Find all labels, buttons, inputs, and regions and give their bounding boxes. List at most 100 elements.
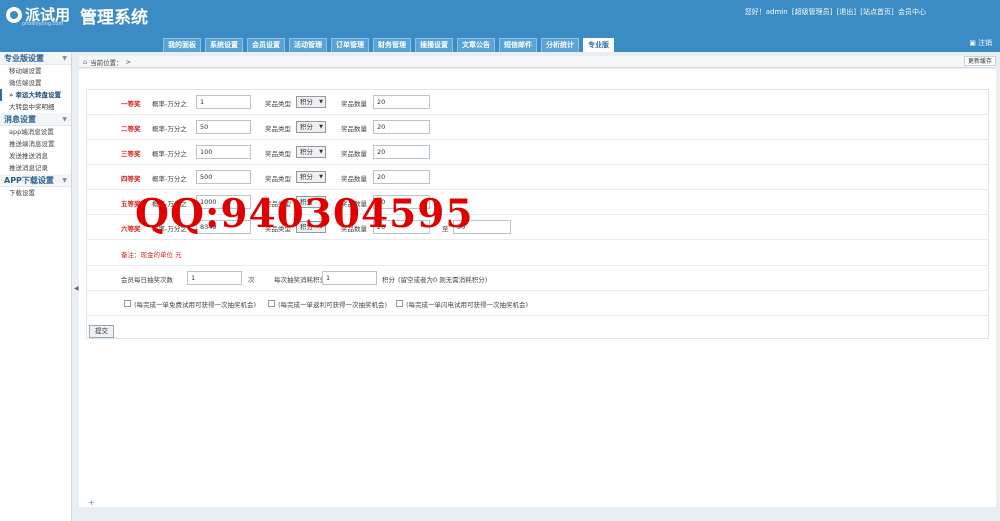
main-nav: 我的面板 系统设置 会员设置 活动管理 订单管理 财务管理 插播设置 文章公告 … (163, 38, 614, 52)
logo-subtext: pnoshiyong.com (22, 21, 64, 27)
sidebar-section-pro[interactable]: 专业版设置 ▼ (0, 52, 71, 65)
prob-label: 概率-万分之 (152, 100, 187, 108)
tab-system-settings[interactable]: 系统设置 (205, 38, 243, 52)
type-value: 积分 (300, 173, 313, 181)
sidebar-item-push-message-settings[interactable]: 推送端消息设置 (0, 138, 71, 150)
qty-label: 奖品数量 (341, 100, 367, 108)
sidebar-section-messages[interactable]: 消息设置 ▼ (0, 113, 71, 126)
tab-articles[interactable]: 文章公告 (457, 38, 495, 52)
type-value: 积分 (300, 123, 313, 131)
rebate-checkbox[interactable] (268, 300, 275, 307)
prize-row-4: 四等奖 概率-万分之 500 奖品类型 积分 ▼ 奖品数量 20 (87, 165, 988, 190)
tab-finance-management[interactable]: 财务管理 (373, 38, 411, 52)
sidebar-item-lucky-wheel-settings[interactable]: » 幸运大转盘设置 (0, 89, 71, 101)
monitor-icon: ▣ (969, 39, 976, 47)
free-trial-checkbox[interactable] (124, 300, 131, 307)
type-select[interactable]: 积分 ▼ (296, 171, 326, 183)
flash-trial-label: (每完成一单闪电试用可获得一次抽奖机会) (406, 301, 529, 309)
breadcrumb: ⌂ 当前位置： > (79, 56, 996, 68)
dropdown-caret-icon: ▼ (319, 174, 323, 180)
logout-button[interactable]: ▣ 注销 (969, 38, 992, 48)
prob-input[interactable]: 500 (196, 170, 251, 184)
add-icon[interactable]: + (88, 498, 95, 507)
tab-my-panel[interactable]: 我的面板 (163, 38, 201, 52)
sidebar-item-wechat-settings[interactable]: 微信端设置 (0, 77, 71, 89)
qty-label: 奖品数量 (341, 175, 367, 183)
prize-name: 三等奖 (121, 150, 141, 158)
sidebar-item-wheel-winners[interactable]: 大转盘中奖明细 (0, 101, 71, 113)
prob-label: 概率-万分之 (152, 150, 187, 158)
prob-input[interactable]: 50 (196, 120, 251, 134)
free-trial-label: (每完成一单免费试用可获得一次抽奖机会) (134, 301, 257, 309)
role-link[interactable]: [超级管理员] (792, 8, 832, 16)
prize-row-2: 二等奖 概率-万分之 50 奖品类型 积分 ▼ 奖品数量 20 (87, 115, 988, 140)
flash-trial-checkbox[interactable] (396, 300, 403, 307)
collapse-arrow-icon: ▼ (62, 54, 67, 62)
sidebar: 专业版设置 ▼ 移动端设置 微信端设置 » 幸运大转盘设置 大转盘中奖明细 消息… (0, 52, 72, 521)
sidebar-item-label: 幸运大转盘设置 (15, 91, 61, 99)
checkbox-row: (每完成一单免费试用可获得一次抽奖机会) (每完成一单返利可获得一次抽奖机会) … (87, 291, 988, 316)
section-title: 专业版设置 (4, 53, 44, 63)
tab-analytics[interactable]: 分析统计 (541, 38, 579, 52)
sidebar-collapse-icon[interactable]: ◀ (74, 285, 79, 292)
prob-label: 概率-万分之 (152, 125, 187, 133)
cost-hint: (留空或者为0 则无需消耗积分) (398, 276, 488, 284)
prize-name: 二等奖 (121, 125, 141, 133)
daily-draws-row: 会员每日抽奖次数 1 次 每次抽奖消耗积分 1 积分 (留空或者为0 则无需消耗… (87, 266, 988, 291)
collapse-arrow-icon: ▼ (62, 176, 67, 184)
dropdown-caret-icon: ▼ (319, 99, 323, 105)
qty-input[interactable]: 20 (373, 145, 430, 159)
qty-input[interactable]: 20 (373, 170, 430, 184)
logout-label: 注销 (978, 39, 992, 47)
greeting: 您好！admin (744, 8, 788, 16)
qty-input[interactable]: 20 (373, 95, 430, 109)
sidebar-item-download-settings[interactable]: 下载设置 (0, 187, 71, 199)
refresh-cache-button[interactable]: 更新缓存 (963, 56, 996, 66)
member-center-link[interactable]: 会员中心 (898, 8, 926, 16)
logout-link[interactable]: [退出] (837, 8, 856, 16)
type-select[interactable]: 积分 ▼ (296, 96, 326, 108)
logo-icon (6, 7, 22, 23)
sidebar-section-app-download[interactable]: APP下载设置 ▼ (0, 174, 71, 187)
type-select[interactable]: 积分 ▼ (296, 146, 326, 158)
sidebar-item-mobile-settings[interactable]: 移动端设置 (0, 65, 71, 77)
top-header: 派试用 pnoshiyong.com 管理系统 您好！admin [超级管理员]… (0, 0, 1000, 52)
main-content: 一等奖 概率-万分之 1 奖品类型 积分 ▼ 奖品数量 20 二等奖 概率-万分之… (79, 69, 996, 507)
tab-ad-settings[interactable]: 插播设置 (415, 38, 453, 52)
type-select[interactable]: 积分 ▼ (296, 121, 326, 133)
active-marker-icon: » (9, 91, 14, 99)
note-row: 备注：现金的单位 元 (87, 240, 988, 266)
daily-draws-input[interactable]: 1 (187, 271, 242, 285)
tab-sms-email[interactable]: 短信邮件 (499, 38, 537, 52)
sidebar-item-send-push[interactable]: 发送推送消息 (0, 150, 71, 162)
prize-row-1: 一等奖 概率-万分之 1 奖品类型 积分 ▼ 奖品数量 20 (87, 90, 988, 115)
cost-input[interactable]: 1 (322, 271, 377, 285)
prize-row-3: 三等奖 概率-万分之 100 奖品类型 积分 ▼ 奖品数量 20 (87, 140, 988, 165)
daily-draws-unit: 次 (248, 276, 255, 284)
tab-pro[interactable]: 专业版 (583, 38, 614, 52)
type-label: 奖品类型 (265, 150, 291, 158)
qty-label: 奖品数量 (341, 150, 367, 158)
home-link[interactable]: [站点首页] (860, 8, 893, 16)
prob-input[interactable]: 100 (196, 145, 251, 159)
home-icon: ⌂ (83, 57, 88, 66)
system-title: 管理系统 (80, 8, 148, 28)
tab-order-management[interactable]: 订单管理 (331, 38, 369, 52)
qty-input[interactable]: 20 (373, 120, 430, 134)
type-label: 奖品类型 (265, 100, 291, 108)
prob-input[interactable]: 1 (196, 95, 251, 109)
breadcrumb-separator: > (125, 57, 132, 66)
tab-member-settings[interactable]: 会员设置 (247, 38, 285, 52)
sidebar-item-app-message-settings[interactable]: app端消息设置 (0, 126, 71, 138)
prob-label: 概率-万分之 (152, 175, 187, 183)
note-text: 备注：现金的单位 元 (121, 251, 182, 259)
prize-name: 四等奖 (121, 175, 141, 183)
tab-activity-management[interactable]: 活动管理 (289, 38, 327, 52)
type-label: 奖品类型 (265, 175, 291, 183)
sidebar-item-push-records[interactable]: 推送消息记录 (0, 162, 71, 174)
qty-label: 奖品数量 (341, 125, 367, 133)
collapse-arrow-icon: ▼ (62, 115, 67, 123)
type-value: 积分 (300, 98, 313, 106)
cost-label: 每次抽奖消耗积分 (274, 276, 326, 284)
submit-button[interactable]: 提交 (89, 325, 114, 338)
